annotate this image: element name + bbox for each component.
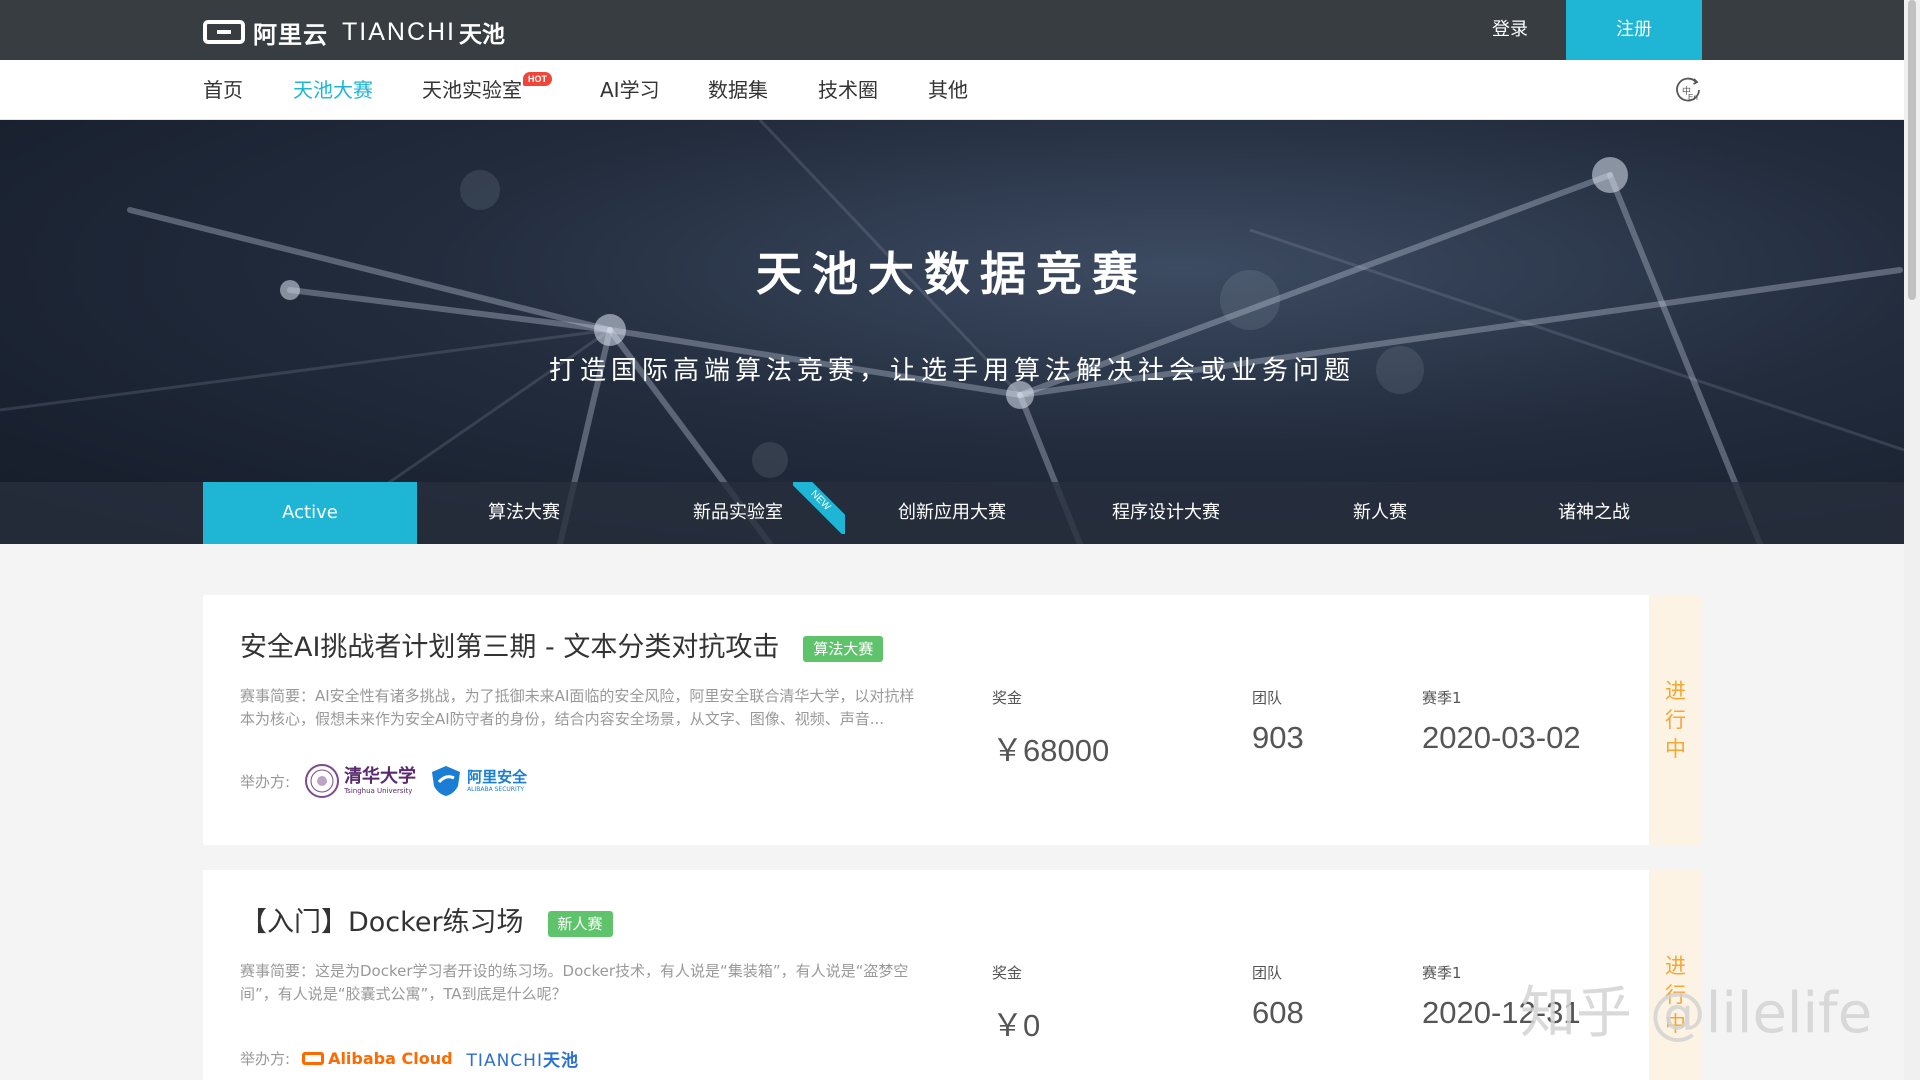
prize-label: 奖金: [992, 689, 1023, 707]
season-date: 2020-03-02: [1422, 720, 1581, 755]
competition-card[interactable]: 安全AI挑战者计划第三期 - 文本分类对抗攻击 算法大赛 赛事简要：AI安全性有诸…: [203, 595, 1702, 845]
nav-item-home[interactable]: 首页: [203, 60, 243, 120]
top-bar: 阿里云 TIANCHI 天池 登录 注册: [0, 0, 1904, 60]
tab-newcomer[interactable]: 新人赛: [1273, 482, 1487, 544]
nav-item-lab-label: 天池实验室: [422, 78, 522, 102]
status-char: 行: [1665, 708, 1686, 732]
new-ribbon-text: NEW: [793, 482, 845, 534]
tsinghua-seal-icon: [305, 764, 340, 798]
language-switch-icon[interactable]: 中 En: [1674, 76, 1702, 104]
organizers: 举办方: Alibaba Cloud TIANCHI天池: [240, 1046, 579, 1071]
banner-subtitle: 打造国际高端算法竞赛，让选手用算法解决社会或业务问题: [548, 356, 1355, 386]
competition-title-text: 【入门】Docker练习场: [240, 907, 524, 938]
organizer-label: 举办方:: [240, 1050, 291, 1068]
zhihu-watermark: 知乎 @lilelife: [1520, 981, 1873, 1046]
nav-item-other[interactable]: 其他: [928, 60, 968, 120]
hot-badge: HOT: [523, 72, 552, 86]
nav-item-ai-learning[interactable]: AI学习: [600, 60, 660, 120]
tab-gods-battle[interactable]: 诸神之战: [1487, 482, 1701, 544]
alibaba-security-logo: 阿里安全 ALIBABA SECURITY: [467, 768, 527, 794]
tianchi-logo: TIANCHI天池: [467, 1046, 579, 1071]
competition-description: 赛事简要：这是为Docker学习者开设的练习场。Docker技术，有人说是“集装…: [240, 962, 909, 1003]
status-char: 中: [1665, 737, 1686, 761]
register-button[interactable]: 注册: [1566, 0, 1702, 60]
category-tabs: Active 算法大赛 新品实验室 NEW 创新应用大赛 程序设计大赛 新人赛 …: [0, 482, 1904, 544]
alibaba-security-shield-icon: [432, 766, 461, 796]
organizer-label: 举办方:: [240, 772, 291, 791]
nav-item-datasets[interactable]: 数据集: [708, 60, 768, 120]
team-label: 团队: [1252, 689, 1283, 707]
banner-title: 天池大数据竞赛: [756, 247, 1148, 301]
alibaba-security-name-en: ALIBABA SECURITY: [467, 786, 525, 793]
competition-tag: 算法大赛: [803, 635, 884, 662]
tsinghua-name-cn: 清华大学: [344, 765, 417, 787]
main-nav: 首页 天池大赛 天池实验室 HOT AI学习 数据集 技术圈 其他: [0, 60, 1904, 120]
page-scrollbar[interactable]: [1904, 0, 1920, 1080]
alibaba-cloud-mark-icon: [302, 1052, 325, 1065]
team-count: 608: [1252, 995, 1304, 1030]
competition-title-text: 安全AI挑战者计划第三期 - 文本分类对抗攻击: [240, 632, 780, 663]
tab-programming[interactable]: 程序设计大赛: [1059, 482, 1273, 544]
tab-innovation[interactable]: 创新应用大赛: [845, 482, 1059, 544]
prize-label: 奖金: [992, 964, 1023, 982]
logo-aliyun-text: 阿里云: [253, 20, 328, 49]
scrollbar-thumb[interactable]: [1908, 0, 1916, 300]
season-label: 赛季1: [1422, 689, 1462, 707]
tsinghua-name-en: Tsinghua University: [344, 786, 413, 795]
alibaba-cloud-name: Alibaba Cloud: [328, 1049, 453, 1068]
tsinghua-logo: 清华大学 Tsinghua University: [344, 765, 417, 796]
alibaba-cloud-logo: Alibaba Cloud: [302, 1049, 453, 1068]
aliyun-logo-icon: [203, 20, 245, 44]
status-ongoing-badge: 进 行 中: [1649, 595, 1702, 845]
tab-new-lab[interactable]: 新品实验室 NEW: [631, 482, 845, 544]
tab-algorithm[interactable]: 算法大赛: [417, 482, 631, 544]
competition-tag: 新人赛: [547, 910, 613, 937]
season-label: 赛季1: [1422, 964, 1462, 982]
tab-new-lab-label: 新品实验室: [693, 502, 783, 523]
nav-item-tech-circle[interactable]: 技术圈: [818, 60, 878, 120]
new-ribbon: NEW: [793, 482, 845, 534]
login-button[interactable]: 登录: [1460, 0, 1560, 60]
competition-title[interactable]: 【入门】Docker练习场 新人赛: [240, 900, 613, 939]
nav-item-lab[interactable]: 天池实验室 HOT: [422, 60, 552, 120]
status-char: 进: [1665, 679, 1686, 703]
competition-description: 赛事简要：AI安全性有诸多挑战，为了抵御未来AI面临的安全风险，阿里安全联合清华…: [240, 687, 915, 728]
tab-active[interactable]: Active: [203, 482, 417, 544]
logo-tianchi-text: TIANCHI: [342, 17, 456, 46]
svg-text:En: En: [1688, 93, 1698, 102]
tianchi-name-en: TIANCHI: [466, 1051, 543, 1071]
hero-banner: 天池大数据竞赛 打造国际高端算法竞赛，让选手用算法解决社会或业务问题: [0, 120, 1904, 544]
organizers: 举办方: 清华大学 Tsinghua University 阿里安全 ALIBA…: [240, 763, 527, 799]
prize-value: ￥68000: [992, 733, 1110, 768]
network-background-graphic: [0, 120, 1904, 544]
nav-item-competitions[interactable]: 天池大赛: [293, 60, 373, 120]
team-count: 903: [1252, 720, 1304, 755]
logo-tianchi-cn-text: 天池: [459, 22, 505, 48]
alibaba-security-name-cn: 阿里安全: [467, 768, 528, 786]
tianchi-name-cn: 天池: [542, 1051, 579, 1071]
prize-value: ￥0: [992, 1008, 1041, 1043]
aliyun-tianchi-logo[interactable]: 阿里云 TIANCHI 天池: [203, 17, 505, 49]
team-label: 团队: [1252, 964, 1283, 982]
competition-card[interactable]: 【入门】Docker练习场 新人赛 赛事简要：这是为Docker学习者开设的练习场…: [203, 870, 1702, 1080]
competition-title[interactable]: 安全AI挑战者计划第三期 - 文本分类对抗攻击 算法大赛: [240, 625, 884, 664]
